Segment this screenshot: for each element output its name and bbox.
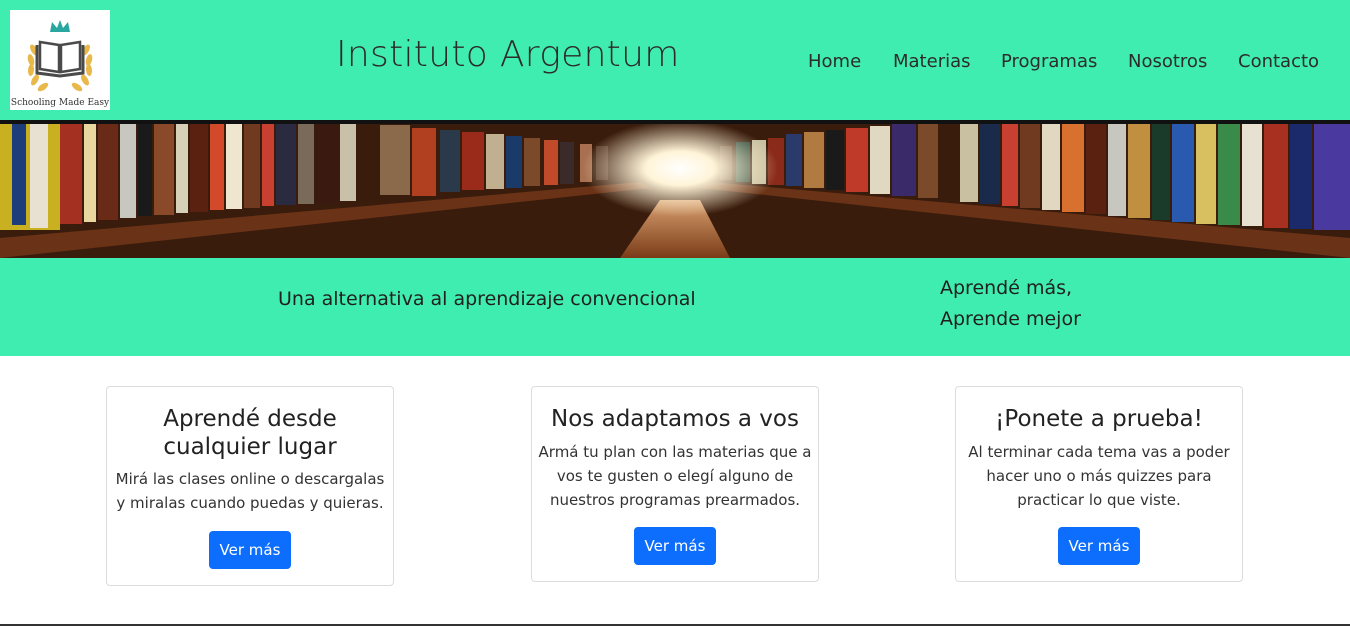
- main-nav: Home Materias Programas Nosotros Contact…: [0, 51, 1350, 75]
- nav-nosotros[interactable]: Nosotros: [1128, 51, 1207, 72]
- nav-programas[interactable]: Programas: [1001, 51, 1097, 72]
- tagline-right-line1: Aprendé más,: [940, 277, 1073, 299]
- card-text: Armá tu plan con las materias que a vos …: [538, 443, 812, 509]
- card-title: ¡Ponete a prueba!: [995, 406, 1203, 432]
- tagline-right-line2: Aprende mejor: [940, 308, 1081, 330]
- ver-mas-button[interactable]: Ver más: [209, 531, 291, 569]
- card-text: Mirá las clases online o descargalas y m…: [115, 470, 385, 512]
- tagline-right: Aprendé más, Aprende mejor: [940, 273, 1081, 335]
- tagline-left: Una alternativa al aprendizaje convencio…: [278, 288, 696, 310]
- card-text: Al terminar cada tema vas a poder hacer …: [968, 443, 1230, 509]
- card-title: Nos adaptamos a vos: [551, 406, 799, 432]
- nav-home[interactable]: Home: [808, 51, 861, 72]
- library-banner-image: [0, 120, 1350, 258]
- nav-materias[interactable]: Materias: [893, 51, 971, 72]
- nav-contacto[interactable]: Contacto: [1238, 51, 1319, 72]
- tagline-band: Una alternativa al aprendizaje convencio…: [0, 258, 1350, 356]
- card-title: Aprendé desde cualquier lugar: [163, 406, 337, 460]
- feature-card-quizzes: ¡Ponete a prueba! Al terminar cada tema …: [955, 386, 1243, 582]
- ver-mas-button[interactable]: Ver más: [634, 527, 716, 565]
- logo-tagline: Schooling Made Easy: [10, 98, 110, 108]
- site-header: Schooling Made Easy Instituto Argentum H…: [0, 0, 1350, 120]
- feature-card-anywhere: Aprendé desde cualquier lugar Mirá las c…: [106, 386, 394, 586]
- feature-card-adapt: Nos adaptamos a vos Armá tu plan con las…: [531, 386, 819, 582]
- ver-mas-button[interactable]: Ver más: [1058, 527, 1140, 565]
